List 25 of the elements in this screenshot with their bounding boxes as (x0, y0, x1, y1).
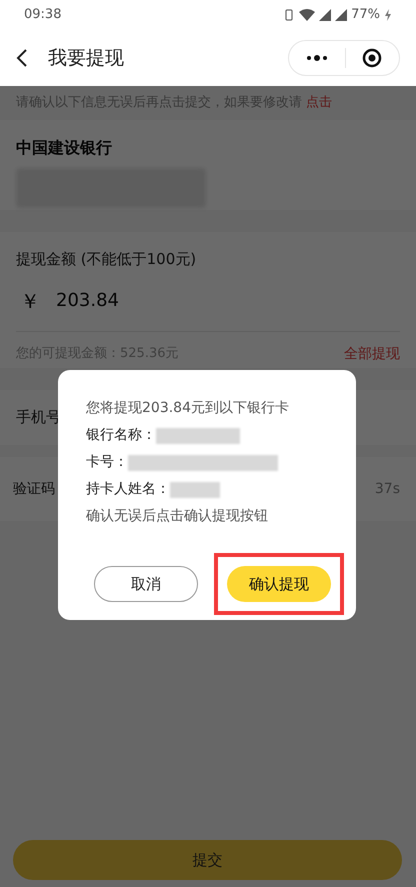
signal-icon (335, 9, 348, 21)
back-icon[interactable] (16, 48, 28, 68)
bank-name: 中国建设银行 (16, 137, 113, 159)
amount-label: 提现金额 (不能低于100元) (16, 249, 198, 270)
field-label: 持卡人姓名： (86, 480, 170, 499)
withdraw-all-link[interactable]: 全部提现 (344, 344, 400, 364)
cancel-button[interactable]: 取消 (94, 566, 198, 602)
amount-value: 203.84 (56, 289, 119, 313)
page-title: 我要提现 (48, 46, 124, 71)
submit-button[interactable]: 提交 (13, 840, 402, 880)
field-label: 银行名称： (86, 426, 156, 445)
currency-symbol: ￥ (20, 288, 40, 314)
battery-level: 77% (351, 6, 380, 24)
edit-link[interactable]: 点击 (306, 93, 332, 113)
signal-icon (319, 9, 332, 21)
confirm-button[interactable]: 确认提现 (227, 566, 331, 602)
dialog-message: 您将提现203.84元到以下银行卡 (86, 399, 290, 418)
field-label: 卡号： (86, 453, 128, 472)
more-icon[interactable] (305, 54, 329, 62)
status-time: 09:38 (24, 6, 62, 24)
dialog-hint: 确认无误后点击确认提现按钮 (86, 507, 269, 526)
code-label: 验证码 (13, 480, 55, 498)
blurred-block (170, 482, 220, 498)
wifi-icon (299, 9, 316, 21)
charging-icon (384, 9, 392, 21)
